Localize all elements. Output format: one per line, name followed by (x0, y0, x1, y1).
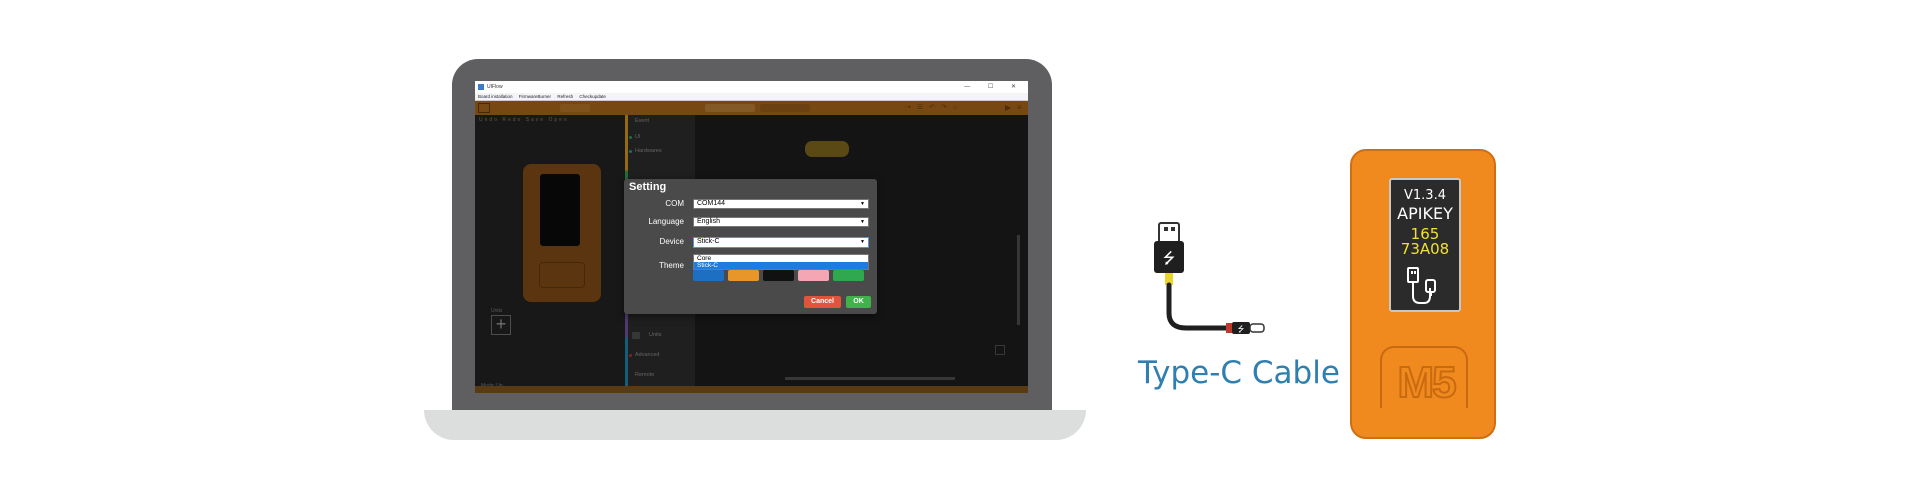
language-select[interactable]: English ▼ (693, 217, 869, 227)
device-screen: V1.3.4 APIKEY 165 73A08 (1389, 178, 1461, 312)
m5-logo: M5 (1396, 357, 1457, 408)
apikey-line-2: 73A08 (1400, 240, 1450, 258)
menu-firmware-burner[interactable]: FirmwareBurner (519, 94, 551, 99)
cancel-button[interactable]: Cancel (804, 296, 841, 308)
typec-connector (1249, 323, 1265, 333)
theme-label: Theme (659, 261, 684, 270)
chevron-down-icon: ▼ (860, 239, 865, 245)
device-option-stickc[interactable]: Stick-C (694, 262, 868, 269)
theme-swatch[interactable] (693, 270, 724, 281)
laptop-screen: UIFlow — ☐ ✕ Board installation Firmware… (475, 81, 1028, 393)
com-label: COM (665, 199, 684, 208)
language-value: English (697, 218, 720, 225)
window-title: UIFlow (487, 84, 503, 90)
menu-refresh[interactable]: Refresh (557, 94, 573, 99)
theme-swatch[interactable] (728, 270, 759, 281)
menu-bar: Board installation FirmwareBurner Refres… (475, 93, 1028, 101)
menu-board-installation[interactable]: Board installation (478, 94, 513, 99)
theme-swatch[interactable] (833, 270, 864, 281)
chevron-down-icon: ▼ (860, 219, 865, 225)
com-value: COM144 (697, 200, 726, 207)
cable-label: Type-C Cable (1138, 355, 1340, 391)
window-titlebar: UIFlow — ☐ ✕ (475, 81, 1028, 93)
usb-symbol-icon: ⭍ (1238, 325, 1245, 334)
language-label: Language (648, 217, 684, 226)
window-controls[interactable]: — ☐ ✕ (964, 81, 1024, 93)
device-dropdown-list: Core Stick-C (693, 254, 869, 270)
typec-collar (1226, 323, 1232, 333)
theme-swatch[interactable] (763, 270, 794, 281)
usb-cable-illustration: ⭍ ⭍ (1154, 222, 1265, 334)
usb-a-connector (1158, 222, 1180, 244)
usb-connect-icon (1407, 267, 1436, 304)
device-select[interactable]: Stick-C ▼ (693, 237, 869, 248)
laptop-base (424, 410, 1086, 440)
theme-swatch[interactable] (798, 270, 829, 281)
device-option-core[interactable]: Core (694, 255, 868, 262)
m5-logo-recess: M5 (1380, 346, 1468, 408)
apikey-label: APIKEY (1397, 204, 1453, 223)
device-value: Stick-C (697, 238, 720, 245)
ok-button[interactable]: OK (846, 296, 871, 308)
app-logo-icon (478, 84, 484, 90)
setting-dialog: Setting COM COM144 ▼ Language English ▼ … (624, 179, 877, 314)
m5stickc-device: V1.3.4 APIKEY 165 73A08 M5 (1350, 149, 1496, 439)
dialog-title: Setting (629, 181, 667, 193)
menu-check-update[interactable]: Checkupdate (579, 94, 606, 99)
usb-symbol-icon: ⭍ (1163, 249, 1176, 267)
chevron-down-icon: ▼ (860, 201, 865, 207)
device-label: Device (659, 237, 684, 246)
com-select[interactable]: COM144 ▼ (693, 199, 869, 209)
cable-wire (1166, 282, 1229, 331)
firmware-version: V1.3.4 (1404, 188, 1446, 203)
